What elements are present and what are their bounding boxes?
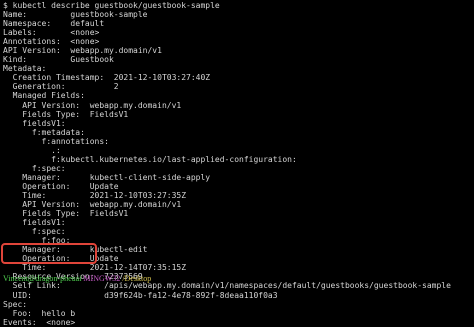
output-creation-timestamp: Creation Timestamp: 2021-12-10T03:27:40Z [3, 73, 211, 83]
output-mf1-last-applied: f:kubectl.kubernetes.io/last-applied-con… [3, 154, 297, 164]
shell-prompt[interactable]: Vincent@dragon-pheuai MINGW32 /Desktop [3, 274, 151, 283]
output-labels: Labels: <none> [3, 28, 100, 38]
spec-highlight-box [1, 243, 97, 264]
output-managed-fields: Managed Fields: [3, 91, 85, 101]
prompt-host: MINGW32 [83, 274, 121, 283]
output-mf1-time: Time: 2021-12-10T03:27:35Z [3, 190, 187, 200]
output-mf1-fieldsv1: fieldsV1: [3, 118, 66, 128]
output-generation: Generation: 2 [3, 82, 119, 92]
command-line: $ kubectl describe guestbook/guestbook-s… [3, 1, 220, 10]
output-mf2-fields-type: Fields Type: FieldsV1 [3, 209, 129, 219]
output-mf1-f-annotations: f:annotations: [3, 136, 109, 146]
output-mf1-manager: Manager: kubectl-client-side-apply [3, 172, 211, 182]
output-namespace: Namespace: default [3, 19, 105, 29]
output-events: Events: <none> [3, 317, 76, 327]
prompt-path: /Desktop [120, 274, 152, 283]
output-mf2-fieldsv1: fieldsV1: [3, 218, 66, 228]
output-spec-foo: Foo: hello b [3, 308, 76, 318]
output-mf2-f-spec: f:spec: [3, 227, 66, 237]
output-spec: Spec: [3, 299, 28, 309]
output-mf2-time: Time: 2021-12-14T07:35:15Z [3, 263, 187, 273]
output-kind: Kind: Guestbook [3, 55, 114, 65]
output-mf2-api-version: API Version: webapp.my.domain/v1 [3, 200, 182, 210]
prompt-user: Vincent@dragon-pheuai [3, 274, 82, 283]
output-mf1-fields-type: Fields Type: FieldsV1 [3, 109, 129, 119]
output-api-version: API Version: webapp.my.domain/v1 [3, 46, 162, 56]
output-name: Name: guestbook-sample [3, 10, 148, 20]
output-annotations: Annotations: <none> [3, 37, 100, 47]
terminal-window[interactable]: $ kubectl describe guestbook/guestbook-s… [0, 0, 474, 327]
output-mf1-f-spec: f:spec: [3, 163, 66, 173]
output-mf1-operation: Operation: Update [3, 181, 119, 191]
output-uid: UID: d39f624b-fa12-4e78-892f-8deaa110f0a… [3, 290, 278, 300]
output-mf1-dot: .: [3, 145, 61, 155]
output-mf1-f-metadata: f:metadata: [3, 127, 85, 137]
output-metadata: Metadata: [3, 64, 47, 74]
output-mf1-api-version: API Version: webapp.my.domain/v1 [3, 100, 182, 110]
